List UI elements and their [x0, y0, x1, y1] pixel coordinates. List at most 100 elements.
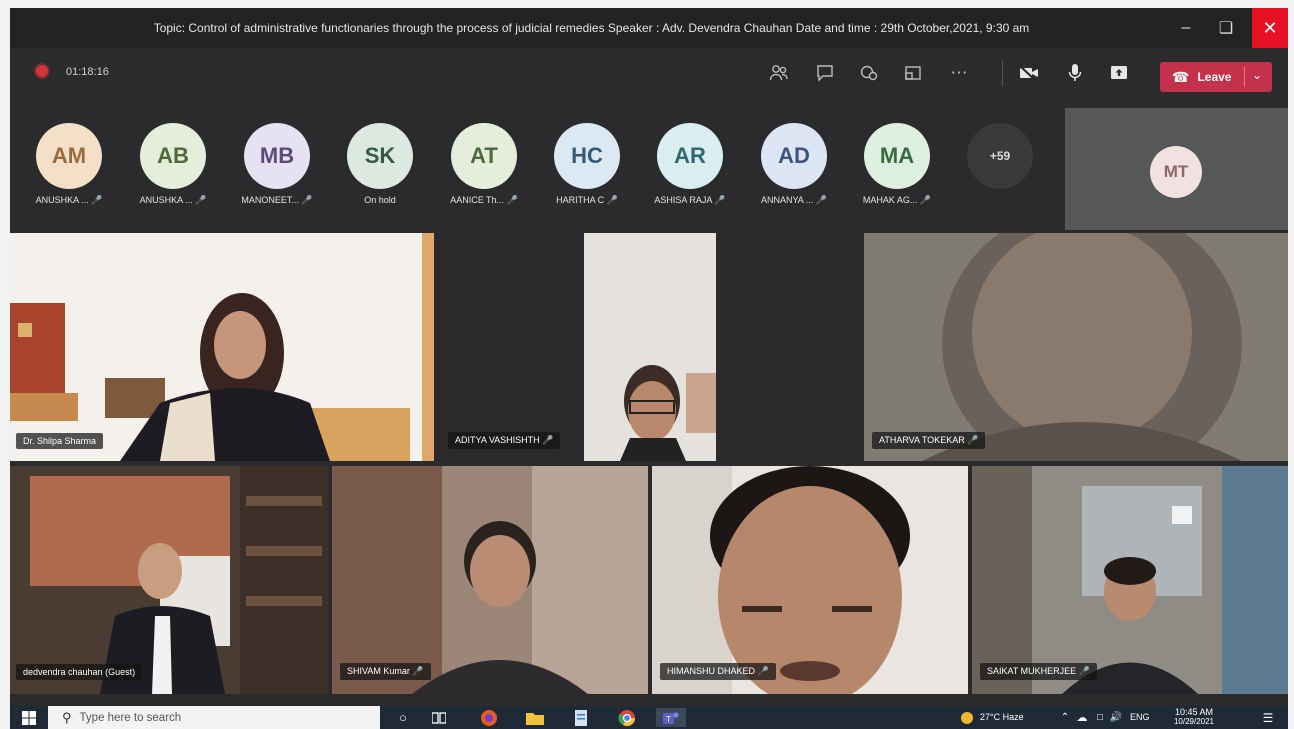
- participant-avatar[interactable]: AT: [451, 123, 517, 189]
- teams-icon[interactable]: T: [656, 708, 686, 727]
- microphone-icon: 🎤: [195, 195, 207, 205]
- chrome-icon[interactable]: [614, 708, 640, 727]
- microphone-icon: 🎤: [301, 195, 313, 205]
- microphone-icon: 🎤: [919, 195, 932, 205]
- notifications-icon[interactable]: ☰: [1256, 708, 1280, 727]
- participant-name-tag: SHIVAM Kumar 🎤: [340, 663, 431, 680]
- phone-hangup-icon: ☎: [1172, 68, 1190, 85]
- participant-name: MANONEET... 🎤: [241, 195, 313, 205]
- participant-avatar[interactable]: AR: [657, 123, 723, 189]
- participant-name: AANICE Th... 🎤: [450, 195, 518, 205]
- recording-icon: [36, 65, 48, 77]
- chevron-down-icon[interactable]: ⌄: [1252, 68, 1262, 82]
- firefox-icon[interactable]: [476, 708, 502, 727]
- participant-name-tag: ATHARVA TOKEKAR 🎤: [872, 432, 986, 449]
- leave-label: Leave: [1197, 70, 1232, 84]
- chevron-up-icon[interactable]: ⌃: [1058, 708, 1072, 727]
- meeting-timer: 01:18:16: [66, 66, 109, 78]
- microphone-icon: 🎤: [91, 195, 103, 205]
- more-options-icon[interactable]: ⋯: [946, 60, 972, 86]
- volume-icon[interactable]: 🔊: [1108, 708, 1124, 727]
- participant-name-tag: HIMANSHU DHAKED 🎤: [660, 663, 776, 680]
- microphone-icon: 🎤: [714, 195, 726, 205]
- minimize-button[interactable]: –: [1168, 8, 1204, 48]
- network-icon[interactable]: □: [1092, 708, 1108, 727]
- video-tile[interactable]: ADITYA VASHISHTH 🎤: [440, 233, 716, 461]
- file-explorer-icon[interactable]: [522, 708, 548, 727]
- close-button[interactable]: ✕: [1252, 8, 1288, 48]
- video-feed: [440, 233, 716, 461]
- participant-name: HARITHA C 🎤: [556, 195, 618, 205]
- taskbar-search-box[interactable]: ⚲ Type here to search: [48, 706, 380, 729]
- participant-avatar[interactable]: SK: [347, 123, 413, 189]
- search-placeholder: Type here to search: [79, 711, 182, 724]
- video-tile[interactable]: Dr. Shilpa Sharma: [10, 233, 434, 461]
- self-view-tile: MT: [1065, 108, 1288, 230]
- participant-name: ANNANYA ... 🎤: [760, 195, 828, 205]
- participant-name-tag: SAIKAT MUKHERJEE 🎤: [980, 663, 1097, 680]
- microphone-icon: 🎤: [542, 435, 554, 445]
- leave-divider: [1244, 67, 1245, 87]
- cortana-icon[interactable]: ○: [390, 708, 416, 727]
- onedrive-icon[interactable]: ☁: [1074, 708, 1090, 727]
- participant-name: MAHAK AG... 🎤: [862, 195, 932, 205]
- clock-time: 10:45 AM: [1174, 707, 1214, 717]
- avatar-initials: AD: [778, 143, 810, 168]
- weather-icon[interactable]: [958, 708, 976, 727]
- video-tile[interactable]: ATHARVA TOKEKAR 🎤: [722, 233, 1288, 461]
- avatar-initials: MA: [879, 143, 915, 168]
- avatar-initials: MB: [259, 143, 295, 168]
- people-icon[interactable]: [766, 60, 792, 86]
- avatar-initials: AT: [470, 143, 498, 168]
- self-avatar: MT: [1150, 146, 1202, 198]
- participant-name-tag: Dr. Shilpa Sharma: [16, 433, 104, 449]
- participant-avatar[interactable]: MA: [864, 123, 930, 189]
- video-feed: [10, 233, 434, 461]
- camera-off-icon[interactable]: [1016, 60, 1042, 86]
- participant-avatar[interactable]: AD: [761, 123, 827, 189]
- maximize-button[interactable]: ❏: [1208, 8, 1244, 48]
- participant-avatar[interactable]: AB: [140, 123, 206, 189]
- participant-avatar[interactable]: MB: [244, 123, 310, 189]
- microphone-icon: 🎤: [1078, 666, 1090, 676]
- participant-name-tag: dedvendra chauhan (Guest): [16, 664, 143, 680]
- weather-text[interactable]: 27°C Haze: [980, 712, 1024, 722]
- participant-avatar[interactable]: AM: [36, 123, 102, 189]
- leave-button[interactable]: ☎ Leave ⌄: [1160, 62, 1272, 92]
- video-tile[interactable]: SHIVAM Kumar 🎤: [332, 466, 648, 694]
- chat-icon[interactable]: [812, 60, 838, 86]
- document-viewer-icon[interactable]: [568, 708, 594, 727]
- video-feed: [332, 466, 648, 694]
- microphone-icon: 🎤: [967, 435, 979, 445]
- svg-text:T: T: [666, 715, 671, 724]
- avatar-initials: AR: [674, 143, 706, 168]
- participant-name: ANUSHKA ... 🎤: [35, 195, 103, 205]
- participant-avatar[interactable]: HC: [554, 123, 620, 189]
- microphone-icon: 🎤: [412, 666, 424, 676]
- participant-name-tag: ADITYA VASHISHTH 🎤: [448, 432, 561, 449]
- windows-start-icon[interactable]: [18, 708, 40, 727]
- window-title: Topic: Control of administrative functio…: [153, 21, 1030, 35]
- video-feed: [652, 466, 968, 694]
- avatar-initials: HC: [571, 143, 603, 168]
- participant-name: ASHISA RAJA 🎤: [654, 195, 726, 205]
- rooms-icon[interactable]: [900, 60, 926, 86]
- microphone-icon: 🎤: [757, 666, 769, 676]
- video-tile[interactable]: HIMANSHU DHAKED 🎤: [652, 466, 968, 694]
- video-feed: [722, 233, 1288, 461]
- reactions-icon[interactable]: [856, 60, 882, 86]
- language-indicator[interactable]: ENG: [1130, 712, 1150, 722]
- participant-name: On hold: [364, 195, 396, 205]
- video-feed: [10, 466, 328, 694]
- video-tile[interactable]: SAIKAT MUKHERJEE 🎤: [972, 466, 1288, 694]
- share-screen-icon[interactable]: [1106, 60, 1132, 86]
- more-participants-button[interactable]: +59: [967, 123, 1033, 189]
- avatar-initials: AM: [51, 143, 87, 168]
- microphone-icon: 🎤: [606, 195, 618, 205]
- video-tile[interactable]: dedvendra chauhan (Guest): [10, 466, 328, 694]
- search-icon: ⚲: [62, 709, 72, 725]
- avatar-initials: AB: [157, 143, 189, 168]
- task-view-icon[interactable]: [426, 708, 452, 727]
- clock[interactable]: 10:45 AM 10/29/2021: [1162, 707, 1226, 727]
- microphone-icon[interactable]: [1062, 60, 1088, 86]
